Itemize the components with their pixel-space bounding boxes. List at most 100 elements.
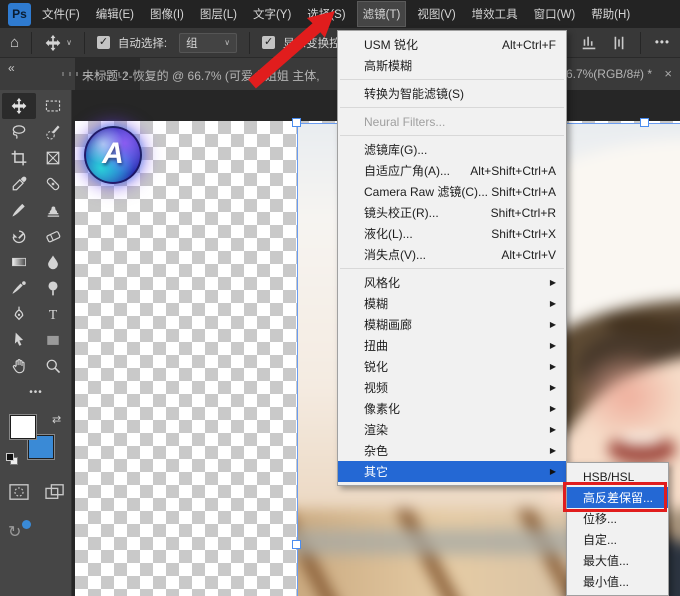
type-tool[interactable]: T bbox=[36, 301, 70, 327]
frame-tool[interactable] bbox=[36, 145, 70, 171]
menu-item-pixelate[interactable]: 像素化 ▶ bbox=[338, 398, 566, 419]
crop-tool[interactable] bbox=[2, 145, 36, 171]
path-selection-tool[interactable] bbox=[2, 327, 36, 353]
brush-tool[interactable] bbox=[2, 197, 36, 223]
smudge-tool[interactable] bbox=[2, 275, 36, 301]
align-icon[interactable] bbox=[580, 34, 598, 52]
menu-edit[interactable]: 编辑(E) bbox=[91, 1, 139, 27]
submenu-arrow-icon: ▶ bbox=[549, 404, 556, 413]
annotation-red-box bbox=[563, 482, 667, 512]
submenu-arrow-icon: ▶ bbox=[549, 362, 556, 371]
move-tool[interactable] bbox=[2, 93, 36, 119]
menu-item-sharpen[interactable]: 锐化 ▶ bbox=[338, 356, 566, 377]
chevron-down-icon[interactable]: ∨ bbox=[66, 38, 72, 47]
quick-selection-tool[interactable] bbox=[36, 119, 70, 145]
menu-separator bbox=[340, 135, 564, 136]
menu-item-video[interactable]: 视频 ▶ bbox=[338, 377, 566, 398]
divider bbox=[639, 31, 641, 54]
svg-text:T: T bbox=[49, 308, 58, 323]
menu-plugins[interactable]: 增效工具 bbox=[467, 1, 523, 27]
cheek-blush bbox=[573, 349, 680, 444]
color-swatches: ⇄ bbox=[6, 413, 70, 471]
menu-item-render[interactable]: 渲染 ▶ bbox=[338, 419, 566, 440]
transform-handle-top-left[interactable] bbox=[292, 118, 301, 127]
submenu-arrow-icon: ▶ bbox=[549, 341, 556, 350]
submenu-item-minimum[interactable]: 最小值... bbox=[567, 571, 668, 592]
rectangular-marquee-tool[interactable] bbox=[36, 93, 70, 119]
menu-image[interactable]: 图像(I) bbox=[145, 1, 189, 27]
menu-item-distort[interactable]: 扭曲 ▶ bbox=[338, 335, 566, 356]
pen-tool[interactable] bbox=[2, 301, 36, 327]
transform-handle-left-middle[interactable] bbox=[292, 540, 301, 549]
menu-item-neural-filters: Neural Filters... bbox=[364, 114, 446, 129]
auto-select-value: 组 bbox=[186, 37, 198, 50]
default-colors-icon[interactable] bbox=[6, 453, 18, 465]
move-tool-icon[interactable] bbox=[44, 34, 62, 52]
menu-item-camera-raw[interactable]: Camera Raw 滤镜(C)... Shift+Ctrl+A bbox=[338, 181, 566, 202]
menu-item-adaptive-wide-angle[interactable]: 自适应广角(A)... Alt+Shift+Ctrl+A bbox=[338, 160, 566, 181]
menu-item-liquify[interactable]: 液化(L)... Shift+Ctrl+X bbox=[338, 223, 566, 244]
menu-item-blur[interactable]: 模糊 ▶ bbox=[338, 293, 566, 314]
notification-dot bbox=[22, 520, 31, 529]
swap-colors-icon[interactable]: ⇄ bbox=[52, 413, 61, 426]
more-options-icon[interactable]: ••• bbox=[655, 37, 670, 49]
blur-tool[interactable] bbox=[36, 249, 70, 275]
submenu-arrow-icon: ▶ bbox=[549, 299, 556, 308]
menu-help[interactable]: 帮助(H) bbox=[586, 1, 635, 27]
submenu-item-custom[interactable]: 自定... bbox=[567, 529, 668, 550]
menu-item-noise[interactable]: 杂色 ▶ bbox=[338, 440, 566, 461]
menu-item-usm-sharpen[interactable]: USM 锐化 Alt+Ctrl+F bbox=[338, 34, 566, 55]
auto-select-checkbox[interactable]: ✓ bbox=[96, 36, 110, 49]
screen-mode-icon[interactable] bbox=[44, 483, 66, 506]
menu-item-filter-gallery[interactable]: 滤镜库(G)... bbox=[338, 139, 566, 160]
toolbar: T ••• ⇄ ↻ bbox=[0, 90, 72, 596]
divider bbox=[83, 31, 85, 54]
gradient-tool[interactable] bbox=[2, 249, 36, 275]
menu-item-gaussian-blur[interactable]: 高斯模糊 bbox=[338, 55, 566, 76]
zoom-tool[interactable] bbox=[36, 353, 70, 379]
collapse-panels-icon[interactable]: « bbox=[8, 61, 15, 75]
quick-mask-icon[interactable] bbox=[8, 483, 30, 506]
rectangle-tool[interactable] bbox=[36, 327, 70, 353]
submenu-arrow-icon: ▶ bbox=[549, 446, 556, 455]
menu-file[interactable]: 文件(F) bbox=[37, 1, 85, 27]
submenu-arrow-icon: ▶ bbox=[549, 278, 556, 287]
menu-filter[interactable]: 滤镜(T) bbox=[356, 1, 407, 27]
filter-menu-dropdown: USM 锐化 Alt+Ctrl+F 高斯模糊 转换为智能滤镜(S) Neural … bbox=[337, 30, 567, 486]
photoshop-window: Ps 文件(F) 编辑(E) 图像(I) 图层(L) 文字(Y) 选择(S) 滤… bbox=[0, 0, 680, 596]
annotation-red-arrow bbox=[248, 11, 335, 89]
menu-item-stylize[interactable]: 风格化 ▶ bbox=[338, 272, 566, 293]
home-icon[interactable]: ⌂ bbox=[10, 34, 19, 51]
spot-healing-brush-tool[interactable] bbox=[36, 171, 70, 197]
menu-item-lens-correction[interactable]: 镜头校正(R)... Shift+Ctrl+R bbox=[338, 202, 566, 223]
menu-separator bbox=[340, 268, 564, 269]
distribute-icon[interactable] bbox=[610, 34, 628, 52]
dodge-tool[interactable] bbox=[36, 275, 70, 301]
submenu-arrow-icon: ▶ bbox=[549, 467, 556, 476]
menu-item-convert-smart-filter[interactable]: 转换为智能滤镜(S) bbox=[338, 83, 566, 104]
menu-item-other[interactable]: 其它 ▶ bbox=[338, 461, 566, 482]
submenu-item-maximum[interactable]: 最大值... bbox=[567, 550, 668, 571]
menu-item-blur-gallery[interactable]: 模糊画廊 ▶ bbox=[338, 314, 566, 335]
eyedropper-tool[interactable] bbox=[2, 171, 36, 197]
logo-badge-layer[interactable]: A bbox=[84, 126, 142, 184]
history-brush-tool[interactable] bbox=[2, 223, 36, 249]
lasso-tool[interactable] bbox=[2, 119, 36, 145]
submenu-arrow-icon: ▶ bbox=[549, 320, 556, 329]
submenu-arrow-icon: ▶ bbox=[549, 383, 556, 392]
foreground-color-swatch[interactable] bbox=[10, 415, 36, 439]
edit-toolbar-icon[interactable]: ••• bbox=[2, 379, 70, 405]
transform-handle-top-middle[interactable] bbox=[640, 118, 649, 127]
eraser-tool[interactable] bbox=[36, 223, 70, 249]
sync-notification-icon[interactable]: ↻ bbox=[8, 524, 21, 541]
menu-item-vanishing-point[interactable]: 消失点(V)... Alt+Ctrl+V bbox=[338, 244, 566, 265]
menu-window[interactable]: 窗口(W) bbox=[529, 1, 581, 27]
auto-select-dropdown[interactable]: 组 ∨ bbox=[179, 32, 238, 53]
teeth bbox=[618, 434, 664, 446]
close-tab-icon[interactable]: × bbox=[664, 66, 672, 81]
menu-view[interactable]: 视图(V) bbox=[412, 1, 460, 27]
menu-separator bbox=[340, 79, 564, 80]
hand-tool[interactable] bbox=[2, 353, 36, 379]
clone-stamp-tool[interactable] bbox=[36, 197, 70, 223]
photoshop-logo: Ps bbox=[8, 2, 31, 26]
